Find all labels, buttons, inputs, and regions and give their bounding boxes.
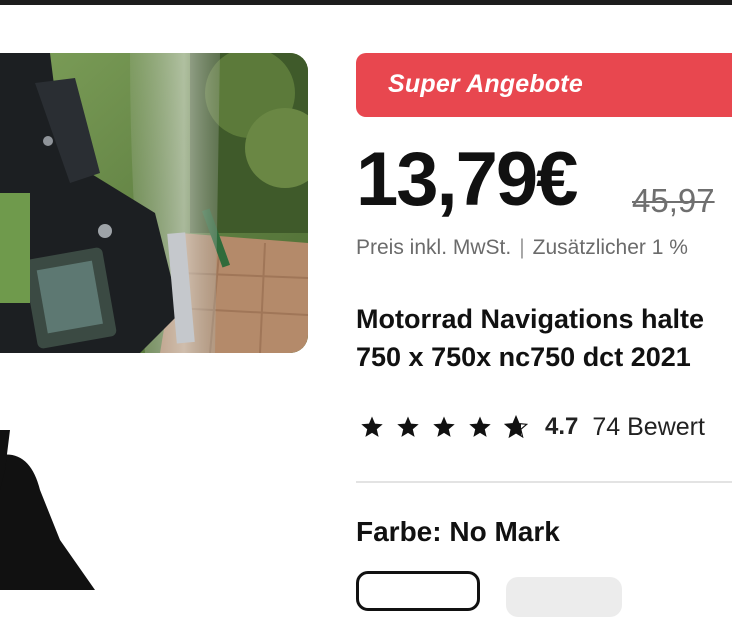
star-icon	[469, 416, 491, 437]
star-icon	[361, 416, 383, 437]
top-bar	[0, 0, 732, 5]
color-variant-label: Farbe: No Mark	[356, 516, 560, 547]
star-icon	[433, 416, 455, 437]
extra-discount-text: Zusätzlicher 1 %	[532, 236, 688, 259]
tax-separator: |	[519, 236, 525, 259]
product-image[interactable]	[0, 53, 308, 353]
promo-banner[interactable]: Super Angebote	[356, 53, 732, 117]
original-price: 45,97	[632, 182, 715, 219]
product-title: Motorrad Navigations halte 750 x 750x nc…	[356, 300, 732, 376]
product-title-line1: Motorrad Navigations halte	[356, 304, 705, 334]
star-icon	[397, 416, 419, 437]
current-price: 13,79€	[356, 137, 578, 222]
tax-info: Preis inkl. MwSt. | Zusätzlicher 1 %	[356, 236, 688, 260]
variant-option[interactable]	[506, 577, 622, 617]
variant-option-selected[interactable]	[356, 571, 480, 611]
rating-value: 4.7	[545, 413, 579, 440]
rating-stars	[360, 415, 528, 439]
promo-label: Super Angebote	[388, 70, 583, 98]
review-count-link[interactable]: 74 Bewert	[592, 413, 705, 442]
tax-included-text: Preis inkl. MwSt.	[356, 236, 512, 259]
product-image-secondary[interactable]	[0, 430, 140, 590]
product-title-line2: 750 x 750x nc750 dct 2021	[356, 342, 691, 372]
rating-row[interactable]: 4.7 74 Bewert	[356, 410, 705, 444]
divider	[356, 481, 732, 483]
half-star-icon	[504, 415, 528, 439]
